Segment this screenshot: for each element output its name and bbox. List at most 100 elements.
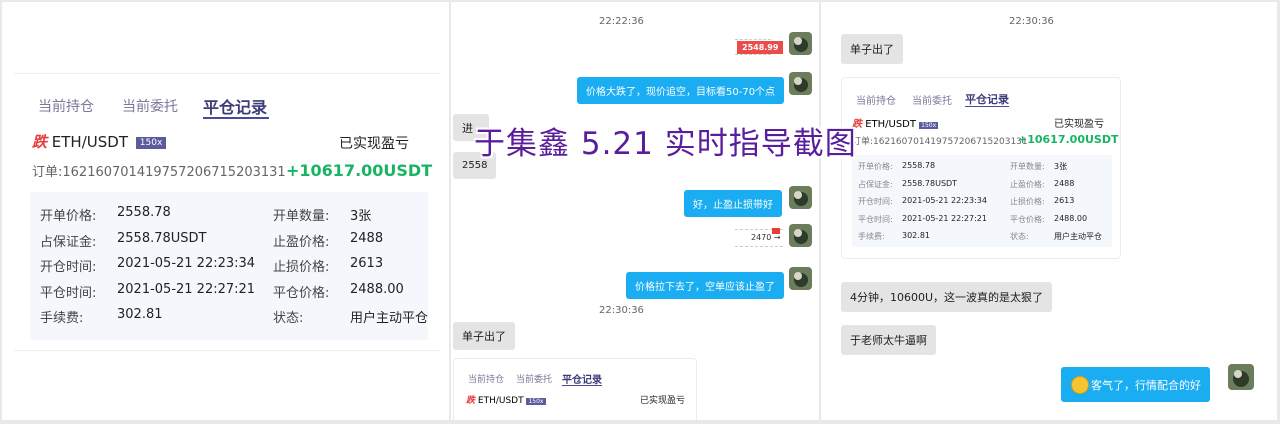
pair-row: 跌 ETH/USDT 150x [32,131,167,152]
chat-bubble[interactable]: 价格大跌了，现价追空，目标看50-70个点 [577,77,785,104]
chat-bubble[interactable]: 于老师太牛逼啊 [841,325,936,355]
chat-bubble-text: 客气了，行情配合的好 [1091,378,1201,392]
card-tab-underline [965,106,1009,107]
tab-active-underline [203,117,269,119]
chat-bubble[interactable]: 客气了，行情配合的好 [1061,367,1210,402]
detail-label: 止损价格: [273,260,330,275]
timestamp: 22:22:36 [599,16,644,27]
chat-bubble[interactable]: 单子出了 [841,34,903,64]
detail-value: 302.81 [902,231,930,240]
detail-label: 手续费: [40,311,84,326]
right-chat-panel: 22:30:36 单子出了 当前持仓 当前委托 平仓记录 跌 ETH/USDT … [821,2,1277,420]
pair-name: ETH/USDT [51,133,128,151]
price-chart-thumb[interactable]: 2470 → [735,228,783,247]
chat-bubble[interactable]: 好，止盈止损带好 [684,190,782,217]
detail-value: 用户主动平仓 [350,311,429,326]
chat-bubble[interactable]: 单子出了 [453,322,515,350]
detail-label: 开单价格: [40,209,97,224]
direction-badge: 跌 [32,133,48,151]
avatar[interactable] [1228,364,1254,390]
price-arrow-label: 2470 → [751,233,781,242]
avatar[interactable] [789,72,812,95]
card-tab-positions: 当前持仓 [856,96,896,107]
detail-value: 2021-05-21 22:27:21 [902,213,987,223]
pnl-value: +10617.00USDT [286,161,433,180]
shared-order-card[interactable]: 当前持仓 当前委托 平仓记录 跌 ETH/USDT 150x 已实现盈亏 订单:… [841,77,1121,259]
card-order-number: 订单:16216070141975720671520313​1 [852,137,1028,147]
card-pnl-value: +10617.00USDT [1018,133,1119,146]
detail-value: 2558.78 [902,161,936,170]
tab-current-orders[interactable]: 当前委托 [122,96,178,116]
detail-value: 2021-05-21 22:23:34 [902,196,987,205]
price-chip: 2548.99 [737,41,784,54]
detail-label: 开单数量: [1010,162,1045,171]
detail-value: 2558.78USDT [902,178,958,188]
detail-value: 2021-05-21 22:27:21 [117,281,256,297]
middle-chat-panel: 22:22:36 2548.99 价格大跌了，现价追空，目标看50-70个点 进… [451,2,819,420]
detail-value: 用户主动平仓 [1054,232,1102,241]
timestamp: 22:30:36 [1009,16,1054,27]
mini-tab-positions: 当前持仓 [468,375,505,385]
detail-label: 平仓时间: [40,285,97,301]
card-tab-orders: 当前委托 [912,96,952,107]
order-details-box: 开单价格: 2558.78 占保证金: 2558.78USDT 开仓时间: 2021-05… [30,192,428,340]
tab-current-positions[interactable]: 当前持仓 [38,96,94,116]
chat-bubble[interactable]: 价格拉下去了，空单应该止盈了 [626,272,784,299]
card-pnl-label: 已实现盈亏 [1054,119,1104,130]
detail-value: 3张 [1054,162,1068,171]
mini-tab-closed: 平仓记录 [562,375,602,386]
detail-value: 2613 [1054,196,1075,205]
detail-value: 2558.78USDT [117,230,207,246]
detail-label: 止损价格: [1010,197,1045,206]
mini-tab-orders: 当前委托 [516,375,553,385]
order-number: 订单:16216070141975720671520313​1 [32,165,286,180]
detail-label: 开单价格: [858,162,893,171]
card-tab-closed: 平仓记录 [965,93,1009,106]
avatar[interactable] [789,267,812,290]
leverage-badge: 150x [135,137,167,149]
mini-badge: 跌 [466,396,476,406]
detail-value: 3张 [350,209,372,224]
detail-label: 止盈价格: [1010,179,1045,189]
detail-label: 状态: [273,311,304,326]
card-pair-row: 跌 ETH/USDT 150x [852,115,939,130]
detail-label: 开单数量: [273,209,330,224]
avatar[interactable] [789,224,812,247]
chat-bubble[interactable]: 4分钟，10600U，这一波真的是太狠了 [841,282,1053,312]
price-chart-thumb[interactable]: 2548.99 [735,39,784,55]
detail-label: 止盈价格: [273,234,330,250]
watermark-caption: 于集鑫 5.21 实时指导截图 [474,126,857,162]
detail-value: 2488.00 [350,281,404,297]
tab-closed-records[interactable]: 平仓记录 [203,94,267,118]
order-record-card: 当前持仓 当前委托 平仓记录 跌 ETH/USDT 150x 已实现盈亏 订单:… [14,73,440,351]
detail-value: 2488 [1054,178,1075,188]
shared-order-card[interactable]: 当前持仓 当前委托 平仓记录 跌 ETH/USDT 150x 已实现盈亏 [453,358,697,420]
mini-tab-underline [562,385,602,386]
card-pair: ETH/USDT [865,119,916,130]
card-details-box: 开单价格: 2558.78 占保证金: 2558.78USDT 开仓时间: 2021-05… [852,155,1112,247]
detail-label: 开仓时间: [858,197,893,206]
mini-pnl-label: 已实现盈亏 [640,396,686,406]
left-screenshot-panel: 当前持仓 当前委托 平仓记录 跌 ETH/USDT 150x 已实现盈亏 订单:… [2,2,449,420]
detail-label: 状态: [1010,232,1029,241]
detail-value: 2613 [350,256,384,271]
mini-pair: ETH/USDT [477,396,524,406]
detail-value: 2558.78 [117,205,171,220]
avatar[interactable] [789,32,812,55]
mini-lev: 150x [526,398,546,405]
detail-label: 平仓价格: [273,285,330,301]
timestamp: 22:30:36 [599,305,644,316]
mini-pair-row: 跌 ETH/USDT 150x [466,393,546,406]
pnl-label: 已实现盈亏 [339,136,409,152]
detail-label: 占保证金: [40,234,97,250]
laughing-emoji-icon [1071,375,1089,394]
detail-label: 开仓时间: [40,260,97,275]
detail-value: 2021-05-21 22:23:34 [117,256,256,271]
avatar[interactable] [789,186,812,209]
detail-label: 占保证金: [858,179,893,189]
detail-value: 2488.00 [1054,213,1088,223]
detail-label: 平仓时间: [858,214,893,224]
price-marker [772,228,780,234]
detail-label: 手续费: [858,232,885,241]
card-lev: 150x [919,122,939,129]
